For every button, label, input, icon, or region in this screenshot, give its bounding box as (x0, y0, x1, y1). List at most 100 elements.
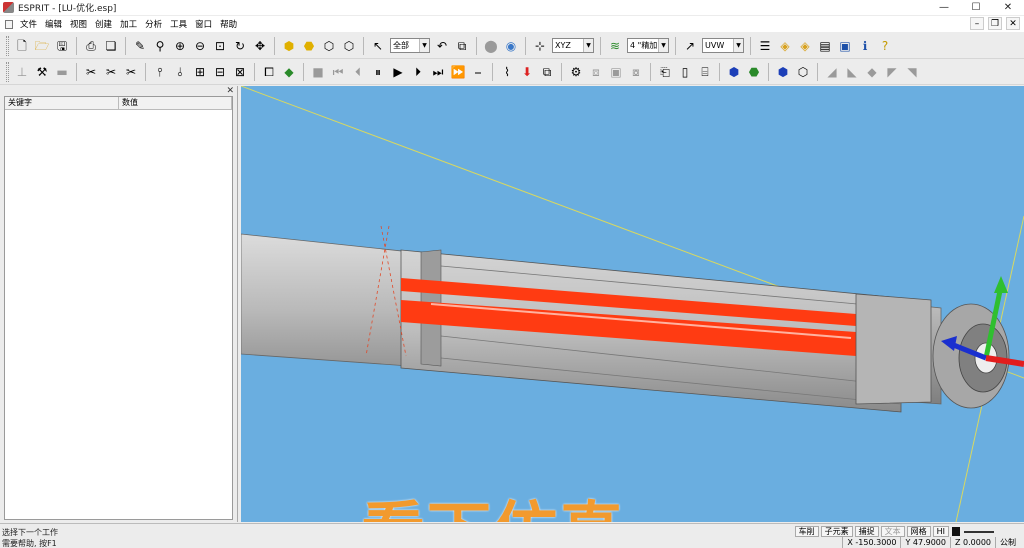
gallery-icon[interactable]: ▤ (816, 37, 834, 55)
menu-file[interactable]: 文件 (16, 18, 41, 30)
work-coord-combo[interactable]: UVW ▼ (702, 38, 744, 53)
solid-3-icon[interactable]: ⬢ (774, 63, 792, 81)
menu-machining[interactable]: 加工 (116, 18, 141, 30)
tool-path-2-icon[interactable]: ⬇ (518, 63, 536, 81)
color-swatch[interactable] (952, 527, 960, 536)
operation-2-icon[interactable]: ◆ (280, 63, 298, 81)
zoom-in-icon[interactable]: ⊕ (171, 37, 189, 55)
info-icon[interactable]: ℹ (856, 37, 874, 55)
menu-tools[interactable]: 工具 (166, 18, 191, 30)
machine-2-icon[interactable]: ▯ (676, 63, 694, 81)
menu-create[interactable]: 创建 (91, 18, 116, 30)
panel-close-icon[interactable]: ✕ (226, 86, 234, 96)
column-header-keyword[interactable]: 关键字 (5, 97, 119, 109)
status-tab-turning[interactable]: 车削 (794, 526, 819, 537)
tool-4-icon[interactable]: ✂ (82, 63, 100, 81)
line-style-indicator[interactable] (964, 531, 994, 533)
fast-forward-icon[interactable]: ⏭ (429, 63, 447, 81)
feature-5-icon[interactable]: ⊠ (231, 63, 249, 81)
new-file-icon[interactable]: 🗋 (13, 37, 31, 55)
tool-5-icon[interactable]: ✂ (102, 63, 120, 81)
step-forward-icon[interactable]: ⏵ (409, 63, 427, 81)
save-icon[interactable]: 🖫 (53, 37, 71, 55)
tool-g-icon[interactable]: ◆ (863, 63, 881, 81)
tool-b-icon[interactable]: ⧈ (587, 63, 605, 81)
pause-icon[interactable]: ⏸ (369, 63, 387, 81)
tool-path-1-icon[interactable]: ⌇ (498, 63, 516, 81)
menu-analysis[interactable]: 分析 (141, 18, 166, 30)
solid-shade-alt-icon[interactable]: ⬣ (300, 37, 318, 55)
tool-a-icon[interactable]: ⚙ (567, 63, 585, 81)
print-preview-icon[interactable]: ❏ (102, 37, 120, 55)
print-icon[interactable]: ⎙ (82, 37, 100, 55)
toolbar-grip[interactable] (6, 35, 9, 56)
play-icon[interactable]: ▶ (389, 63, 407, 81)
machine-1-icon[interactable]: ⎗ (656, 63, 674, 81)
stack-alt-icon[interactable]: ◈ (796, 37, 814, 55)
feature-2-icon[interactable]: ⫰ (171, 63, 189, 81)
menu-edit[interactable]: 编辑 (41, 18, 66, 30)
tool-2-icon[interactable]: ⚒ (33, 63, 51, 81)
help-question-icon[interactable]: ? (876, 37, 894, 55)
tool-3-icon[interactable]: ▬ (53, 63, 71, 81)
open-folder-icon[interactable]: 🗁 (33, 37, 51, 55)
graphics-viewport[interactable]: 看下仿真 (241, 86, 1024, 522)
zoom-icon[interactable]: ⚲ (151, 37, 169, 55)
solid-1-icon[interactable]: ⬢ (725, 63, 743, 81)
operation-1-icon[interactable]: ⧠ (260, 63, 278, 81)
column-header-value[interactable]: 数值 (119, 97, 232, 109)
layer-combo[interactable]: 4 "精加" ▼ (627, 38, 669, 53)
minimize-button[interactable]: — (928, 0, 960, 15)
solid-shade-icon[interactable]: ⬢ (280, 37, 298, 55)
status-tab-text[interactable]: 文本 (880, 526, 905, 537)
image-icon[interactable]: ▣ (836, 37, 854, 55)
menu-help[interactable]: 帮助 (216, 18, 241, 30)
tool-d-icon[interactable]: ⧇ (627, 63, 645, 81)
document-icon[interactable] (5, 19, 13, 29)
view-manager-icon[interactable]: ⧉ (453, 37, 471, 55)
axes-icon[interactable]: ⊹ (531, 37, 549, 55)
tool-h-icon[interactable]: ◤ (883, 63, 901, 81)
step-line-icon[interactable]: ⎯ (469, 63, 487, 81)
toolbar-grip[interactable] (6, 61, 9, 82)
undo-icon[interactable]: ↶ (433, 37, 451, 55)
rewind-icon[interactable]: ⏮ (329, 63, 347, 81)
maximize-button[interactable]: ☐ (960, 0, 992, 15)
step-back-icon[interactable]: ⏴ (349, 63, 367, 81)
doc-close-button[interactable]: ✕ (1006, 17, 1020, 30)
rotate-view-icon[interactable]: ↻ (231, 37, 249, 55)
stack-icon[interactable]: ◈ (776, 37, 794, 55)
tool-i-icon[interactable]: ◥ (903, 63, 921, 81)
close-button[interactable]: ✕ (992, 0, 1024, 15)
feature-1-icon[interactable]: ⫯ (151, 63, 169, 81)
tool-6-icon[interactable]: ✂ (122, 63, 140, 81)
tool-c-icon[interactable]: ▣ (607, 63, 625, 81)
select-arrow-icon[interactable]: ↖ (369, 37, 387, 55)
plane-combo[interactable]: XYZ ▼ (552, 38, 594, 53)
hidden-lines-icon[interactable]: ⬡ (340, 37, 358, 55)
step-end-icon[interactable]: ⏩ (449, 63, 467, 81)
machine-3-icon[interactable]: ⌸ (696, 63, 714, 81)
status-tab-snap[interactable]: 捕捉 (854, 526, 879, 537)
feature-4-icon[interactable]: ⊟ (211, 63, 229, 81)
stop-icon[interactable]: ⬤ (482, 37, 500, 55)
pan-icon[interactable]: ✥ (251, 37, 269, 55)
zoom-window-icon[interactable]: ⊡ (211, 37, 229, 55)
work-coordinates-icon[interactable]: ↗ (681, 37, 699, 55)
tool-f-icon[interactable]: ◣ (843, 63, 861, 81)
feature-3-icon[interactable]: ⊞ (191, 63, 209, 81)
solid-2-icon[interactable]: ⬣ (745, 63, 763, 81)
select-filter-combo[interactable]: 全部 ▼ (390, 38, 430, 53)
help-circle-icon[interactable]: ◉ (502, 37, 520, 55)
status-tab-subelement[interactable]: 子元素 (820, 526, 853, 537)
status-tab-hi[interactable]: HI (932, 526, 949, 537)
tool-1-icon[interactable]: ⊥ (13, 63, 31, 81)
stop-sim-icon[interactable]: ■ (309, 63, 327, 81)
tool-e-icon[interactable]: ◢ (823, 63, 841, 81)
tool-path-3-icon[interactable]: ⧉ (538, 63, 556, 81)
menu-view[interactable]: 视图 (66, 18, 91, 30)
list-icon[interactable]: ☰ (756, 37, 774, 55)
solid-4-icon[interactable]: ⬡ (794, 63, 812, 81)
paint-brush-icon[interactable]: ✎ (131, 37, 149, 55)
wireframe-icon[interactable]: ⬡ (320, 37, 338, 55)
